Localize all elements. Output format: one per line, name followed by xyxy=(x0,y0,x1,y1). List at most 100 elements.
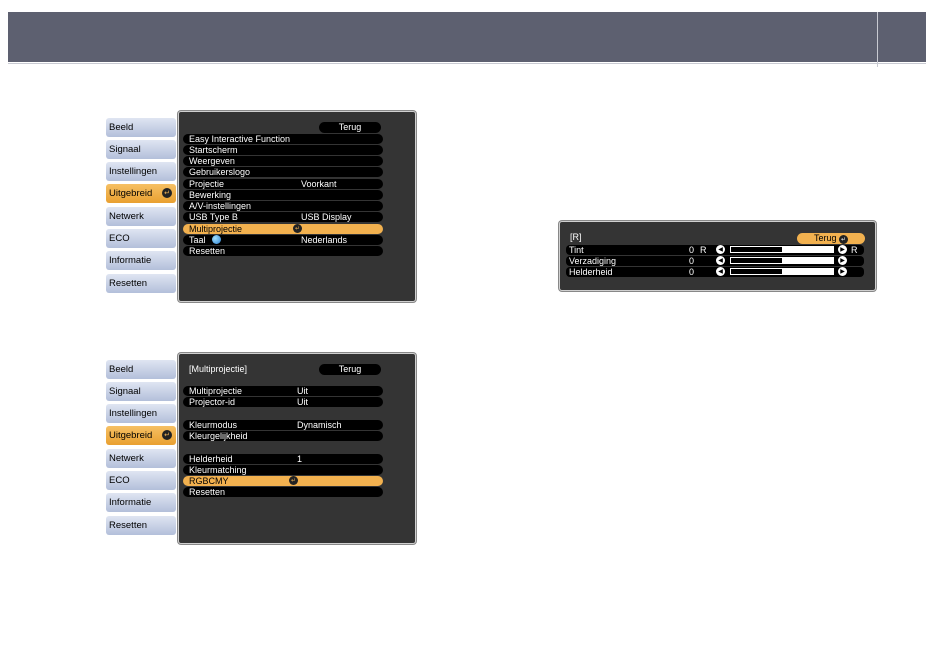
item-label: Multiprojectie xyxy=(189,386,243,396)
tab-label: Instellingen xyxy=(109,408,158,419)
tab-label: Uitgebreid xyxy=(109,430,153,441)
menu-item-resetten[interactable]: Resetten xyxy=(183,487,383,497)
tab-signaal[interactable]: Signaal xyxy=(106,382,176,401)
item-value: Dynamisch xyxy=(297,420,342,430)
menu-item-projector-id[interactable]: Projector-id Uit xyxy=(183,397,383,407)
tab-eco[interactable]: ECO xyxy=(106,471,176,490)
enter-icon: ↵ xyxy=(162,188,172,198)
tab-label: Netwerk xyxy=(109,211,144,222)
adjust-row-tint[interactable]: Tint 0 R ◀ ▶ R xyxy=(566,245,864,255)
item-value: 1 xyxy=(297,454,303,464)
row-right-letter: R xyxy=(851,245,858,255)
menu-item-resetten[interactable]: Resetten xyxy=(183,246,383,256)
item-label: Multiprojectie xyxy=(189,224,243,234)
slider-fill xyxy=(731,247,782,252)
menu-item-kleurgelijkheid[interactable]: Kleurgelijkheid xyxy=(183,431,383,441)
tab-label: Instellingen xyxy=(109,166,158,177)
slider-track[interactable] xyxy=(730,268,834,275)
arrow-left-icon[interactable]: ◀ xyxy=(716,245,725,254)
menu-item-weergeven[interactable]: Weergeven xyxy=(183,156,383,166)
tab-label: ECO xyxy=(109,233,130,244)
adjust-row-helderheid[interactable]: Helderheid 0 ◀ ▶ xyxy=(566,267,864,277)
arrow-left-icon[interactable]: ◀ xyxy=(716,256,725,265)
tab-beeld[interactable]: Beeld xyxy=(106,360,176,379)
tab-informatie[interactable]: Informatie xyxy=(106,493,176,512)
item-label: Easy Interactive Function xyxy=(189,134,291,144)
item-label: Helderheid xyxy=(189,454,233,464)
item-value: USB Display xyxy=(301,212,352,222)
menu-item-startscherm[interactable]: Startscherm xyxy=(183,145,383,155)
menu-item-rgbcmy[interactable]: RGBCMY ↵ xyxy=(183,476,383,486)
enter-icon: ↵ xyxy=(293,224,302,233)
back-button[interactable]: Terug xyxy=(319,364,381,375)
menu-item-helderheid[interactable]: Helderheid 1 xyxy=(183,454,383,464)
menu-item-av-instellingen[interactable]: A/V-instellingen xyxy=(183,201,383,211)
tab-label: Signaal xyxy=(109,144,141,155)
tab-resetten[interactable]: Resetten xyxy=(106,516,176,535)
item-value: Nederlands xyxy=(301,235,348,245)
menu-item-usb-type-b[interactable]: USB Type B USB Display xyxy=(183,212,383,222)
menu-item-multiprojectie[interactable]: Multiprojectie Uit xyxy=(183,386,383,396)
row-label: Tint xyxy=(569,245,584,255)
arrow-left-icon[interactable]: ◀ xyxy=(716,267,725,276)
slider-fill xyxy=(731,258,782,263)
enter-icon: ↵ xyxy=(289,476,298,485)
tab-uitgebreid[interactable]: Uitgebreid ↵ xyxy=(106,426,176,445)
menu-item-kleurmatching[interactable]: Kleurmatching xyxy=(183,465,383,475)
tab-netwerk[interactable]: Netwerk xyxy=(106,207,176,226)
item-label: USB Type B xyxy=(189,212,238,222)
tab-label: ECO xyxy=(109,475,130,486)
menu-item-projectie[interactable]: Projectie Voorkant xyxy=(183,179,383,189)
tab-netwerk[interactable]: Netwerk xyxy=(106,449,176,468)
tab-informatie[interactable]: Informatie xyxy=(106,251,176,270)
tab-resetten[interactable]: Resetten xyxy=(106,274,176,293)
tab-instellingen[interactable]: Instellingen xyxy=(106,162,176,181)
row-label: Helderheid xyxy=(569,267,613,277)
tab-label: Resetten xyxy=(109,520,148,531)
arrow-right-icon[interactable]: ▶ xyxy=(838,256,847,265)
item-label: Bewerking xyxy=(189,190,232,200)
arrow-right-icon[interactable]: ▶ xyxy=(838,245,847,254)
back-label: Terug xyxy=(338,122,362,132)
item-label: Gebruikerslogo xyxy=(189,167,251,177)
item-label: Kleurgelijkheid xyxy=(189,431,248,441)
adjust-title: [R] xyxy=(570,232,582,242)
item-label: Taal xyxy=(189,235,206,245)
item-label: Kleurmodus xyxy=(189,420,238,430)
item-label: Projectie xyxy=(189,179,225,189)
header-divider xyxy=(8,63,926,64)
slider-track[interactable] xyxy=(730,246,834,253)
slider-track[interactable] xyxy=(730,257,834,264)
tab-instellingen[interactable]: Instellingen xyxy=(106,404,176,423)
back-button[interactable]: Terug ↵ xyxy=(797,233,865,244)
submenu-title: [Multiprojectie] xyxy=(189,364,248,374)
menu-item-multiprojectie[interactable]: Multiprojectie ↵ xyxy=(183,224,383,234)
item-label: Weergeven xyxy=(189,156,235,166)
row-value: 0 xyxy=(689,267,695,277)
menu-item-bewerking[interactable]: Bewerking xyxy=(183,190,383,200)
item-label: Kleurmatching xyxy=(189,465,247,475)
enter-icon: ↵ xyxy=(162,430,172,440)
item-label: Projector-id xyxy=(189,397,236,407)
tab-signaal[interactable]: Signaal xyxy=(106,140,176,159)
menu-item-taal[interactable]: Taal Nederlands xyxy=(183,235,383,245)
row-value: 0 xyxy=(689,256,695,266)
arrow-right-icon[interactable]: ▶ xyxy=(838,267,847,276)
tab-beeld[interactable]: Beeld xyxy=(106,118,176,137)
item-value: Uit xyxy=(297,397,308,407)
tab-label: Beeld xyxy=(109,364,134,375)
tab-eco[interactable]: ECO xyxy=(106,229,176,248)
adjust-row-verzadiging[interactable]: Verzadiging 0 ◀ ▶ xyxy=(566,256,864,266)
menu-item-gebruikerslogo[interactable]: Gebruikerslogo xyxy=(183,167,383,177)
back-button[interactable]: Terug xyxy=(319,122,381,133)
row-left-letter: R xyxy=(700,245,707,255)
menu-item-kleurmodus[interactable]: Kleurmodus Dynamisch xyxy=(183,420,383,430)
rgbcmy-adjust-panel: [R] Terug ↵ Tint 0 R ◀ ▶ R Verzadiging 0… xyxy=(559,221,876,291)
tab-label: Signaal xyxy=(109,386,141,397)
menu-panel: Terug Easy Interactive Function Startsch… xyxy=(178,111,416,302)
back-label: Terug xyxy=(338,364,362,374)
menu-item-easy-interactive[interactable]: Easy Interactive Function xyxy=(183,134,383,144)
item-value: Voorkant xyxy=(301,179,337,189)
tab-uitgebreid[interactable]: Uitgebreid ↵ xyxy=(106,184,176,203)
tab-label: Resetten xyxy=(109,278,148,289)
